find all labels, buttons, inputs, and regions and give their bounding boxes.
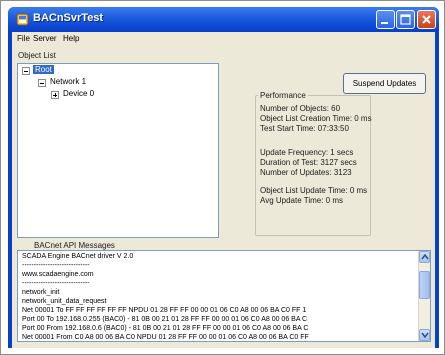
perf-test-start-time: Test Start Time: 07:33:50 (260, 124, 349, 133)
collapse-root-icon[interactable] (22, 67, 30, 75)
menu-server[interactable]: Server (33, 34, 57, 43)
object-list-label: Object List (18, 51, 56, 60)
minimize-icon (381, 22, 388, 24)
tree-node-device[interactable]: Device 0 (63, 89, 94, 98)
scroll-down-button[interactable] (419, 329, 430, 341)
tree-node-root[interactable]: Root (33, 65, 54, 74)
log-line: Port 00 To 192.168.0.255 (BAC0) - 81 0B … (22, 316, 308, 323)
maximize-button[interactable] (396, 10, 415, 29)
log-line: ----------------------------- (22, 280, 90, 287)
perf-update-frequency: Update Frequency: 1 secs (260, 148, 354, 157)
object-tree[interactable]: Root Network 1 Device 0 (17, 63, 219, 238)
screenshot-frame: BACnSvrTest File Server Help Object List… (0, 0, 445, 355)
app-window: BACnSvrTest File Server Help Object List… (8, 7, 439, 348)
window-title: BACnSvrTest (33, 12, 104, 24)
perf-object-list-creation-time: Object List Creation Time: 0 ms (260, 114, 372, 123)
log-line: SCADA Engine BACnet driver V 2.0 (22, 253, 134, 260)
log-line: network_unit_data_request (22, 298, 107, 305)
menu-help[interactable]: Help (63, 34, 79, 43)
maximize-icon (400, 14, 411, 25)
log-line: Net 00001 To FF FF FF FF FF FF NPDU 01 2… (22, 307, 307, 314)
log-line: Port 00 From 192.168.0.6 (BAC0) - 81 0B … (22, 325, 309, 332)
client-area: File Server Help Object List Root Networ… (12, 32, 435, 348)
vertical-scrollbar[interactable] (418, 251, 430, 341)
close-button[interactable] (417, 10, 436, 29)
perf-avg-update-time: Avg Update Time: 0 ms (260, 196, 343, 205)
chevron-down-icon (421, 332, 429, 339)
minimize-button[interactable] (376, 10, 395, 29)
title-bar[interactable]: BACnSvrTest (8, 7, 439, 32)
log-line: network_init (22, 289, 60, 296)
messages-log[interactable]: SCADA Engine BACnet driver V 2.0 -------… (17, 250, 431, 342)
perf-object-list-update-time: Object List Update Time: 0 ms (260, 186, 368, 195)
app-icon (16, 13, 29, 26)
perf-number-of-objects: Number of Objects: 60 (260, 104, 341, 113)
chevron-up-icon (421, 253, 429, 260)
collapse-network-icon[interactable] (38, 79, 46, 87)
log-line: Net 00001 From C0 A8 00 06 BA C0 NPDU 01… (22, 334, 309, 341)
perf-duration-of-test: Duration of Test: 3127 secs (260, 158, 357, 167)
suspend-updates-button[interactable]: Suspend Updates (343, 73, 426, 94)
messages-label: BACnet API Messages (34, 241, 115, 250)
log-line: www.scadaengine.com (22, 271, 94, 278)
scroll-thumb[interactable] (419, 271, 430, 299)
expand-device-icon[interactable] (51, 91, 59, 99)
log-line: ----------------------------- (22, 262, 90, 269)
tree-node-network[interactable]: Network 1 (50, 77, 86, 86)
menu-file[interactable]: File (17, 34, 30, 43)
perf-number-of-updates: Number of Updates: 3123 (260, 168, 352, 177)
close-icon (422, 15, 431, 24)
menu-bar: File Server Help (12, 32, 435, 46)
scroll-up-button[interactable] (419, 251, 430, 263)
performance-title: Performance (258, 91, 308, 100)
